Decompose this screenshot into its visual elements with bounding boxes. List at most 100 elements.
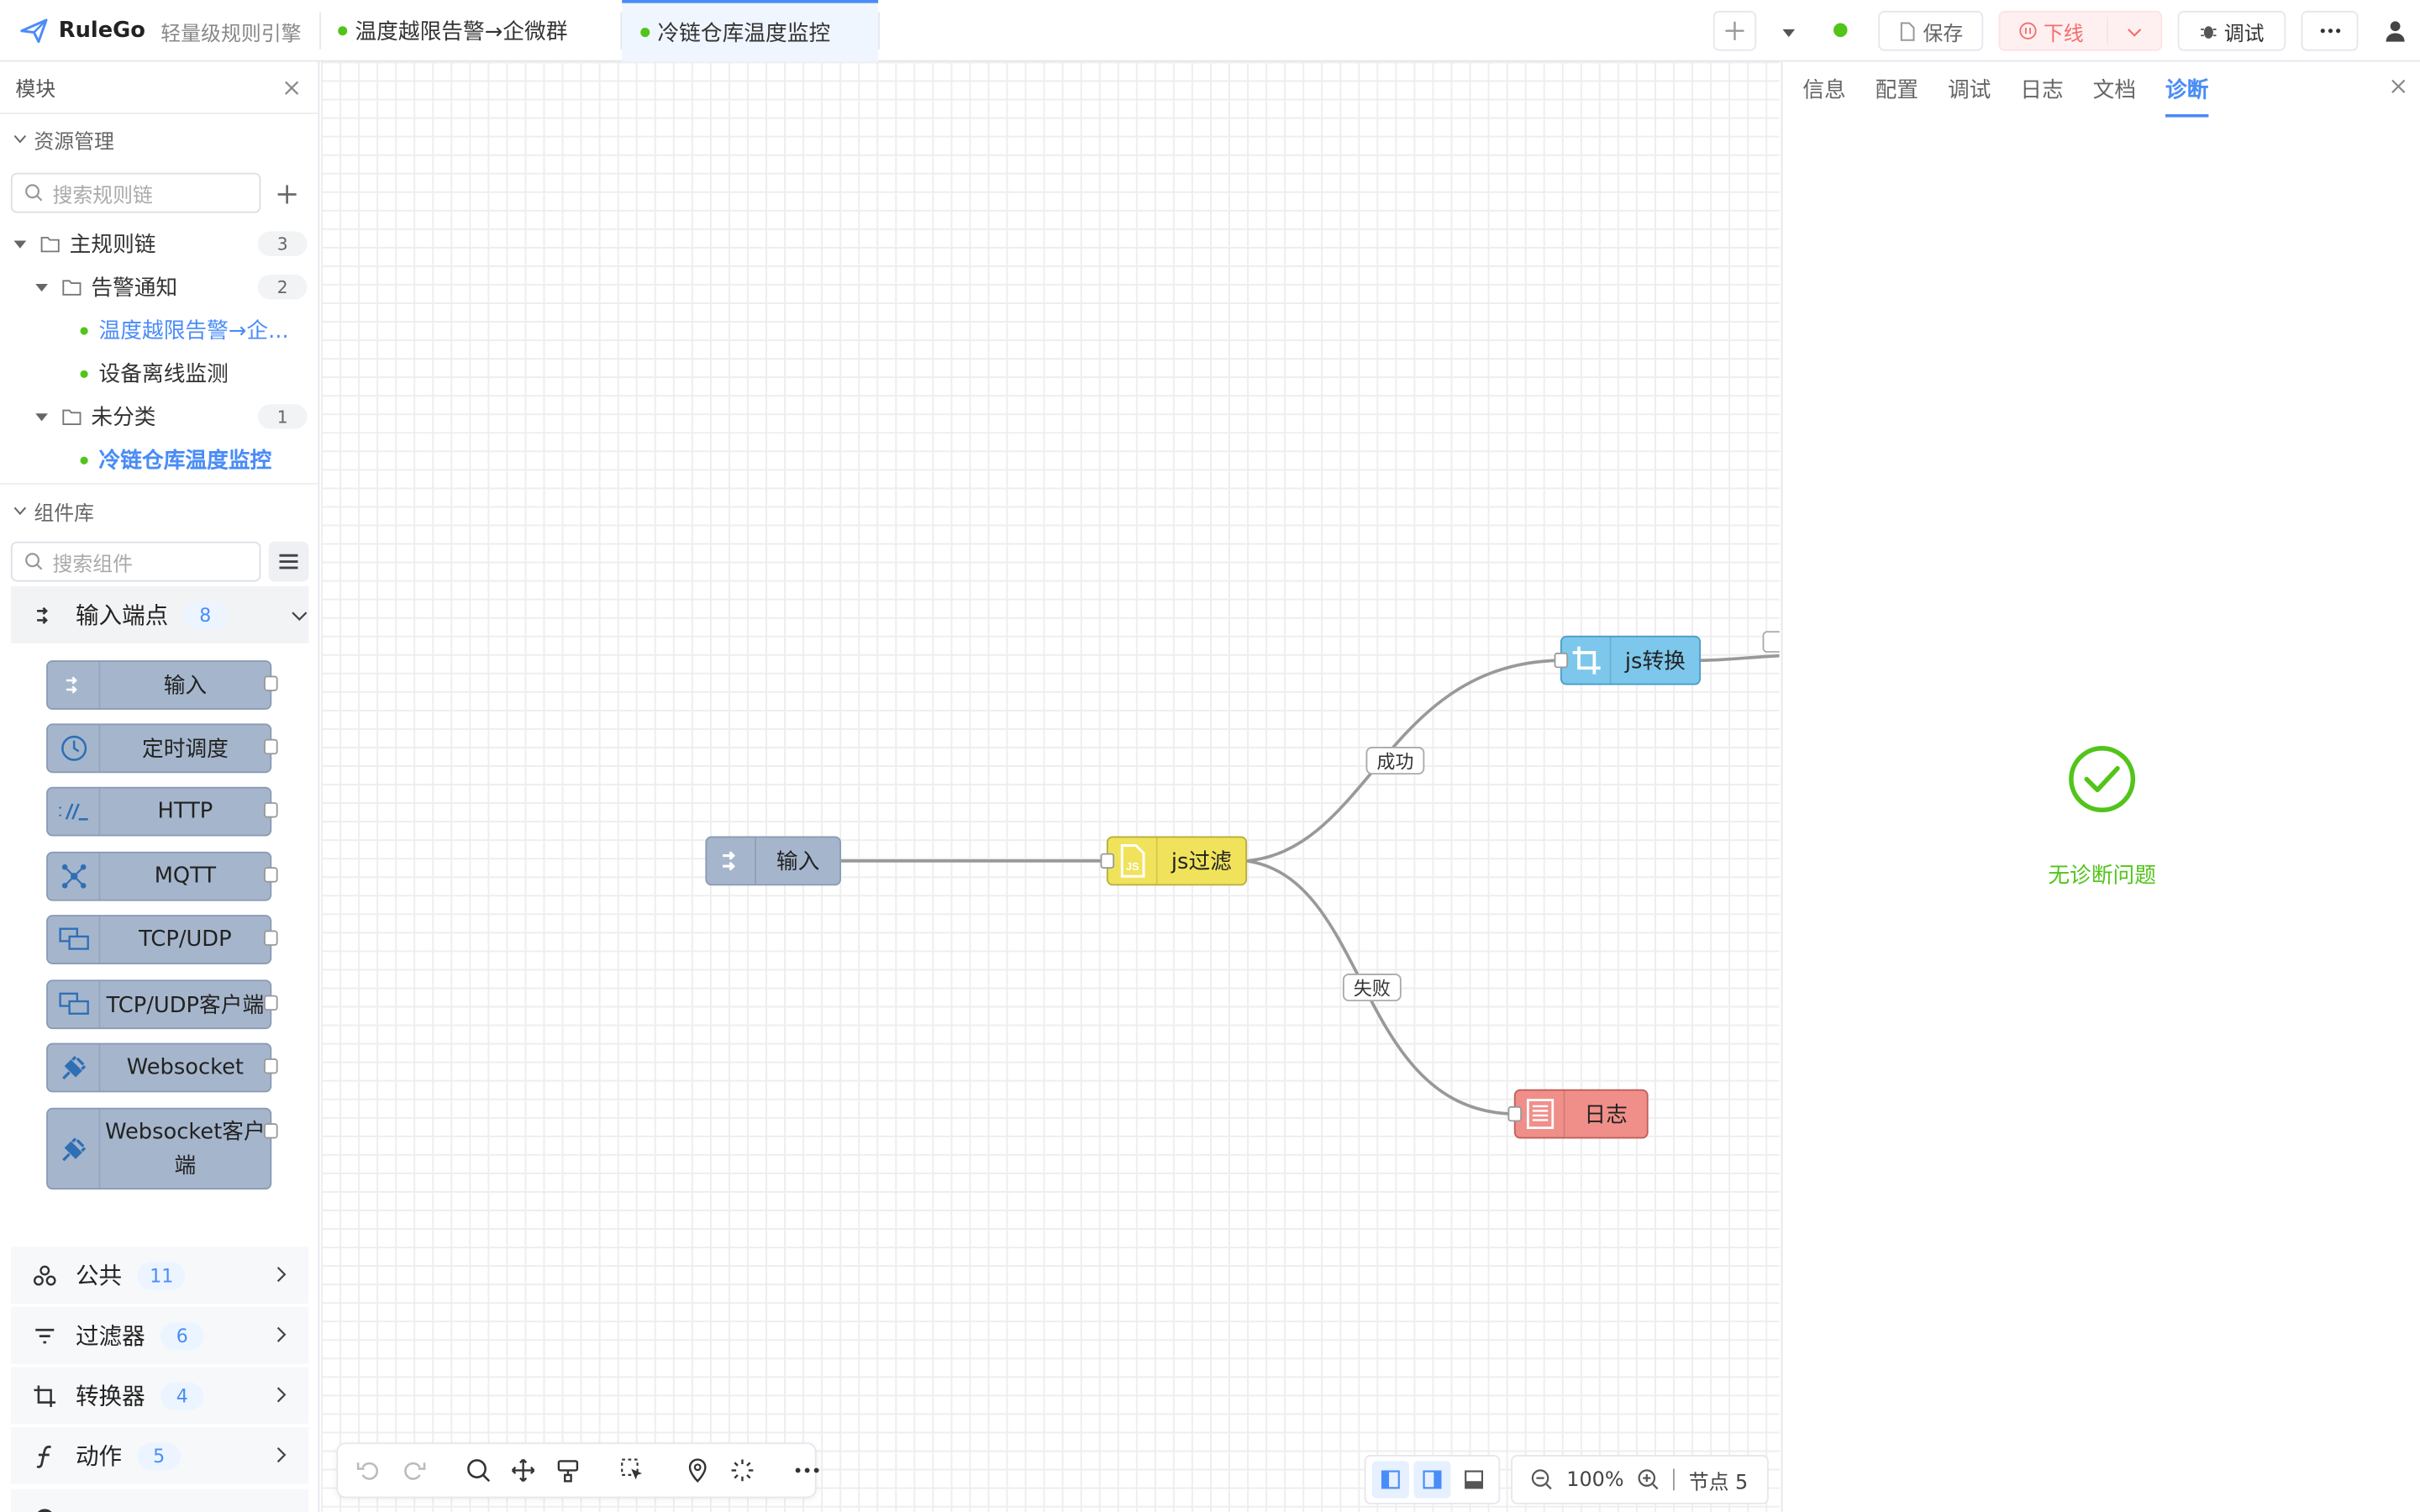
tree-folder-main[interactable]: 主规则链 3 bbox=[0, 222, 318, 265]
output-port bbox=[264, 675, 278, 691]
edges-layer bbox=[841, 654, 1780, 1116]
undo-icon[interactable] bbox=[356, 1457, 381, 1484]
move-icon[interactable] bbox=[511, 1457, 535, 1484]
category-more-partial[interactable] bbox=[10, 1488, 309, 1512]
category-icon bbox=[29, 1507, 60, 1512]
app-subtitle: 轻量级规则引擎 bbox=[160, 22, 302, 46]
format-icon[interactable] bbox=[555, 1457, 580, 1484]
output-port bbox=[264, 930, 278, 946]
component-label: Websocket bbox=[126, 1055, 245, 1080]
caret-down-icon bbox=[35, 413, 48, 422]
node-js-transform[interactable]: js转换 bbox=[1554, 635, 1702, 685]
tab-diagnosis[interactable]: 诊断 bbox=[2165, 74, 2209, 118]
category-filters[interactable]: 过滤器 6 bbox=[10, 1306, 309, 1364]
node-js-filter[interactable]: JS js过滤 bbox=[1100, 836, 1248, 886]
location-icon[interactable] bbox=[686, 1457, 710, 1484]
edge-transform-next bbox=[1701, 654, 1780, 662]
tree-chain-item[interactable]: 设备离线监测 bbox=[0, 352, 318, 395]
resources-section-toggle[interactable]: 资源管理 bbox=[0, 114, 318, 164]
resources-section-title: 资源管理 bbox=[34, 130, 114, 154]
search-chain-placeholder: 搜索规则链 bbox=[52, 184, 153, 208]
zoom-in-icon[interactable] bbox=[1638, 1469, 1660, 1491]
tab-debug[interactable]: 调试 bbox=[1948, 74, 1991, 114]
zoom-out-icon[interactable] bbox=[1531, 1469, 1553, 1491]
caret-down-icon bbox=[13, 240, 27, 249]
category-label: 过滤器 bbox=[75, 1322, 145, 1351]
offline-button[interactable]: 下线 bbox=[1998, 10, 2163, 51]
component-label: 输入 bbox=[163, 674, 208, 700]
node-label: js转换 bbox=[1624, 649, 1686, 675]
component-input[interactable]: 输入 bbox=[46, 660, 278, 710]
category-input-endpoints[interactable]: 输入端点 8 bbox=[10, 585, 309, 643]
component-websocket-client[interactable]: Websocket客户端 bbox=[46, 1107, 278, 1190]
new-tab-button[interactable] bbox=[1712, 10, 1757, 51]
close-icon[interactable] bbox=[284, 80, 299, 95]
redo-icon[interactable] bbox=[402, 1457, 426, 1484]
node-log[interactable]: 日志 bbox=[1507, 1089, 1649, 1139]
category-common[interactable]: 公共 11 bbox=[10, 1247, 309, 1305]
log-list-icon bbox=[1516, 1090, 1565, 1137]
category-count-badge: 4 bbox=[160, 1381, 204, 1410]
category-count-badge: 11 bbox=[137, 1261, 186, 1289]
offline-label: 下线 bbox=[2043, 22, 2084, 46]
component-websocket[interactable]: Websocket bbox=[46, 1042, 278, 1093]
list-view-button[interactable] bbox=[268, 541, 309, 582]
search-component-input[interactable]: 搜索组件 bbox=[10, 541, 261, 582]
tree-chain-item-active[interactable]: 冷链仓库温度监控 bbox=[0, 438, 318, 481]
component-schedule[interactable]: 定时调度 bbox=[46, 723, 278, 774]
bottom-panel-toggle-icon[interactable] bbox=[1455, 1461, 1491, 1498]
tree-folder-uncategorized[interactable]: 未分类 1 bbox=[0, 395, 318, 438]
node-count: 节点 5 bbox=[1688, 1471, 1749, 1494]
category-label: 转换器 bbox=[75, 1382, 145, 1410]
node-offscreen-edge[interactable] bbox=[1762, 631, 1780, 653]
category-transformers[interactable]: 转换器 4 bbox=[10, 1367, 309, 1425]
bug-icon bbox=[2201, 26, 2217, 39]
save-button[interactable]: 保存 bbox=[1878, 10, 1984, 51]
node-label: js过滤 bbox=[1171, 850, 1232, 875]
crop-icon bbox=[29, 1384, 60, 1407]
tab-log[interactable]: 日志 bbox=[2020, 74, 2063, 114]
tree-folder-alarm[interactable]: 告警通知 2 bbox=[0, 265, 318, 308]
debug-button[interactable]: 调试 bbox=[2177, 10, 2286, 51]
tab-rule-chain-1[interactable]: 温度越限告警→企微群 bbox=[319, 0, 620, 61]
category-label: 公共 bbox=[75, 1262, 123, 1290]
select-area-icon[interactable] bbox=[620, 1457, 644, 1484]
tab-config[interactable]: 配置 bbox=[1876, 74, 1918, 114]
component-tcp-udp-client[interactable]: TCP/UDP客户端 bbox=[46, 979, 278, 1030]
component-http[interactable]: HTTP bbox=[46, 786, 278, 837]
edge-label-failure[interactable]: 失败 bbox=[1342, 973, 1402, 1002]
chevron-down-icon[interactable] bbox=[2125, 24, 2144, 42]
components-section-toggle[interactable]: 组件库 bbox=[0, 486, 94, 536]
edge-label-success[interactable]: 成功 bbox=[1365, 746, 1425, 775]
tree-chain-label: 设备离线监测 bbox=[98, 362, 229, 388]
more-button[interactable] bbox=[2301, 10, 2359, 51]
tab-docs[interactable]: 文档 bbox=[2093, 74, 2136, 114]
user-avatar-icon[interactable] bbox=[2383, 18, 2407, 50]
folder-icon bbox=[40, 236, 60, 252]
component-label: TCP/UDP客户端 bbox=[106, 993, 265, 1019]
monitors-icon bbox=[48, 981, 101, 1028]
component-mqtt[interactable]: MQTT bbox=[46, 851, 278, 901]
tab-rule-chain-2[interactable]: 冷链仓库温度监控 bbox=[622, 0, 879, 62]
rule-chain-canvas[interactable]: 输入 JS js过滤 js转换 日志 成功 失败 100% 节点 5 bbox=[321, 61, 1780, 1512]
add-chain-icon[interactable] bbox=[276, 184, 298, 206]
list-icon bbox=[279, 554, 298, 570]
tab-label: 冷链仓库温度监控 bbox=[657, 21, 831, 47]
tabs-dropdown-icon[interactable] bbox=[1778, 20, 1800, 50]
tree-chain-item[interactable]: 温度越限告警→企... bbox=[0, 308, 318, 351]
category-actions[interactable]: 动作 5 bbox=[10, 1426, 309, 1484]
left-panel-toggle-icon[interactable] bbox=[1372, 1461, 1410, 1499]
close-icon[interactable] bbox=[2391, 79, 2406, 94]
component-tcp-udp[interactable]: TCP/UDP bbox=[46, 915, 278, 964]
component-label: TCP/UDP bbox=[139, 927, 232, 953]
search-icon[interactable] bbox=[466, 1457, 491, 1484]
node-input[interactable]: 输入 bbox=[705, 836, 842, 886]
right-panel-toggle-icon[interactable] bbox=[1413, 1461, 1451, 1499]
more-icon[interactable] bbox=[795, 1457, 819, 1484]
category-count-badge: 6 bbox=[160, 1321, 204, 1350]
loading-icon[interactable] bbox=[730, 1457, 755, 1484]
search-chain-input[interactable]: 搜索规则链 bbox=[10, 172, 261, 213]
more-icon bbox=[2319, 29, 2340, 34]
clock-icon bbox=[48, 725, 101, 772]
tab-info[interactable]: 信息 bbox=[1802, 74, 1845, 114]
